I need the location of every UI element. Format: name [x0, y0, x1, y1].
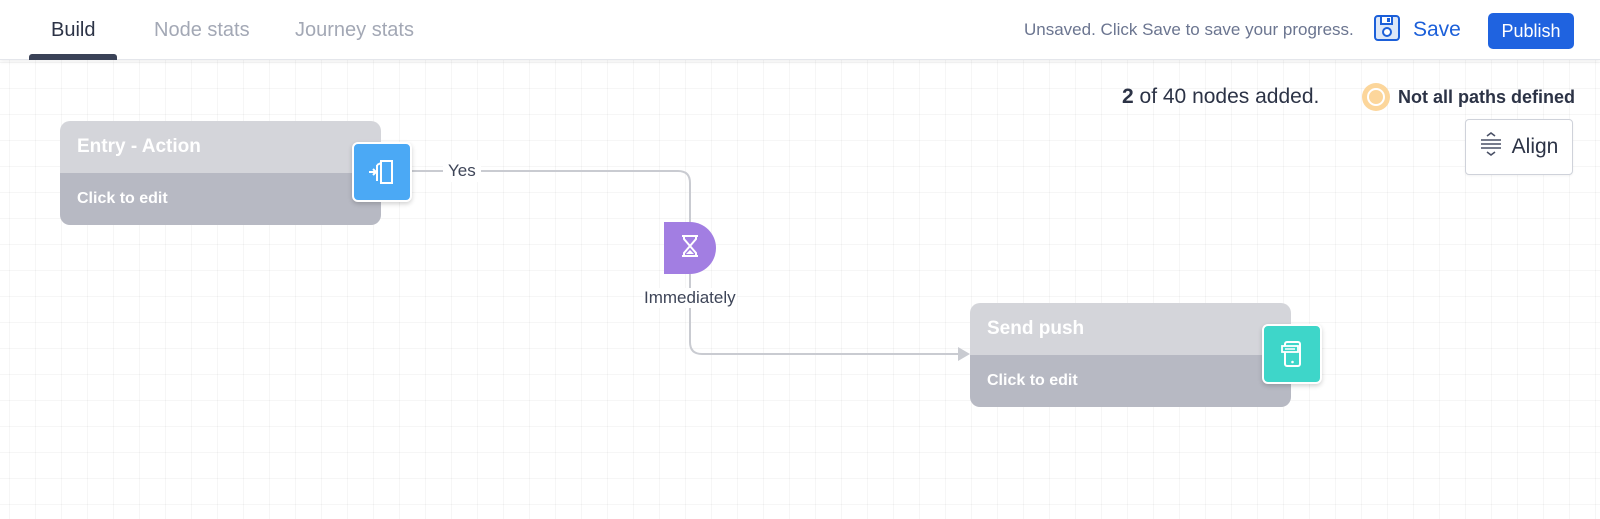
unsaved-message: Unsaved. Click Save to save your progres… [1024, 20, 1354, 39]
save-label: Save [1413, 18, 1461, 41]
edge-arrowhead [958, 347, 970, 361]
tab-node-stats[interactable]: Node stats [154, 0, 250, 60]
edge-label-yes: Yes [443, 160, 481, 182]
nodes-count-text: of 40 nodes added. [1139, 85, 1320, 108]
connection-lines [409, 170, 970, 361]
paths-status: Not all paths defined [1362, 82, 1575, 112]
tab-build[interactable]: Build [51, 0, 95, 60]
delay-node[interactable] [664, 222, 716, 274]
align-button[interactable]: Align [1465, 119, 1573, 175]
save-button[interactable]: Save [1373, 13, 1461, 47]
edge-delay-to-push [689, 274, 958, 355]
floppy-disk-icon [1373, 14, 1401, 47]
publish-button[interactable]: Publish [1488, 13, 1574, 49]
entry-door-icon [352, 142, 412, 202]
entry-action-node[interactable]: Entry - Action Click to edit [60, 121, 412, 225]
mobile-push-icon [1262, 324, 1322, 384]
nodes-count: 2 of 40 nodes added. [1122, 82, 1319, 112]
hourglass-icon [679, 233, 701, 264]
send-push-node[interactable]: Send push Click to edit [970, 303, 1322, 407]
node-edit-hint: Click to edit [60, 173, 381, 225]
node-title: Entry - Action [60, 121, 381, 173]
node-edit-hint: Click to edit [970, 355, 1291, 407]
node-title: Send push [970, 303, 1291, 355]
top-bar: Build Node stats Journey stats Unsaved. … [0, 0, 1600, 60]
align-icon [1480, 131, 1502, 163]
tab-journey-stats[interactable]: Journey stats [295, 0, 414, 60]
nodes-count-number: 2 [1122, 85, 1134, 108]
align-label: Align [1511, 135, 1559, 158]
paths-status-label: Not all paths defined [1398, 86, 1576, 107]
delay-label: Immediately [643, 288, 737, 308]
warning-icon [1362, 83, 1390, 111]
active-tab-indicator [29, 54, 117, 60]
